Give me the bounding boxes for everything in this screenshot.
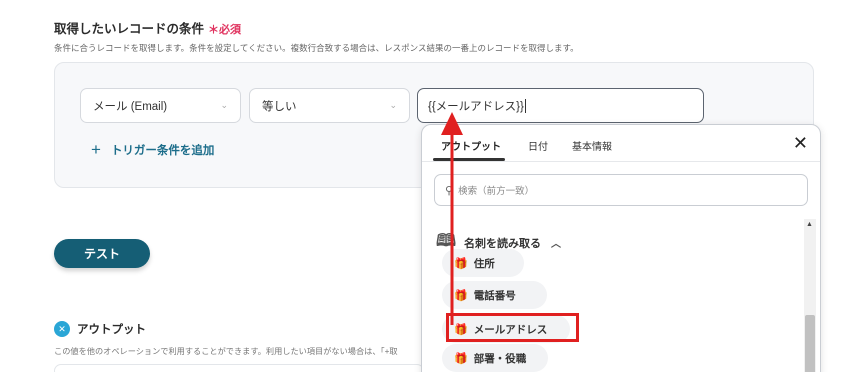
list-item[interactable]: 🎁 電話番号 [442, 281, 547, 309]
gift-icon: 🎁 [454, 352, 468, 365]
output-icon: ✕ [54, 321, 70, 337]
list-item[interactable]: 🎁 部署・役職 [442, 344, 548, 372]
output-box [54, 364, 424, 372]
highlight-box [446, 313, 579, 342]
list-item[interactable]: 🎁 住所 [442, 249, 524, 277]
scrollbar-thumb[interactable] [805, 315, 815, 372]
list-item-label: 住所 [473, 257, 495, 270]
list-item-label: 電話番号 [473, 289, 516, 302]
gift-icon: 🎁 [454, 257, 468, 270]
section-title-text: 取得したいレコードの条件 [54, 22, 205, 36]
section-description: 条件に合うレコードを取得します。条件を設定してください。複数行合致する場合は、レ… [54, 43, 579, 53]
tab-date[interactable]: 日付 [528, 138, 548, 153]
variable-picker-dropdown: アウトプット 日付 基本情報 ✕ ⚲ 検索（前方一致） 🕮 名刺を読み取る ︿ … [421, 124, 821, 372]
output-heading: ✕ アウトプット [54, 321, 146, 337]
add-trigger-condition-button[interactable]: + トリガー条件を追加 [91, 140, 214, 160]
list-item-label: 部署・役職 [473, 352, 527, 365]
test-button[interactable]: テスト [54, 239, 150, 268]
field-select-value: メール (Email) [93, 100, 168, 113]
gift-icon: 🎁 [454, 289, 468, 302]
active-tab-indicator [433, 158, 505, 161]
condition-value-input[interactable]: {{メールアドレス}} [417, 88, 704, 123]
required-badge: ＊必須 [208, 24, 242, 36]
scroll-up-icon[interactable]: ▲ [806, 221, 813, 228]
search-placeholder: 検索（前方一致） [458, 186, 535, 197]
search-input[interactable]: ⚲ 検索（前方一致） [434, 174, 808, 206]
field-select[interactable]: メール (Email) ⌄ [80, 88, 241, 123]
picker-tabs: アウトプット 日付 基本情報 ✕ [422, 125, 820, 162]
add-trigger-condition-label: トリガー条件を追加 [110, 145, 215, 157]
operator-select[interactable]: 等しい ⌄ [249, 88, 410, 123]
tab-basic-info[interactable]: 基本情報 [572, 138, 612, 153]
section-title: 取得したいレコードの条件 ＊必須 [54, 18, 241, 37]
condition-value-text: {{メールアドレス}} [428, 100, 524, 113]
output-title: アウトプット [77, 324, 146, 336]
text-cursor [524, 98, 526, 113]
operator-select-value: 等しい [262, 100, 297, 113]
chevron-down-icon: ⌄ [220, 100, 228, 110]
output-description: この値を他のオペレーションで利用することができます。利用したい項目がない場合は、… [54, 347, 398, 356]
close-icon[interactable]: ✕ [793, 134, 808, 152]
search-icon: ⚲ [445, 184, 454, 197]
chevron-down-icon: ⌄ [389, 100, 397, 110]
tab-output[interactable]: アウトプット [441, 138, 501, 153]
scrollbar[interactable]: ▲ [804, 219, 816, 372]
chevron-up-icon: ︿ [551, 239, 562, 250]
plus-icon: + [91, 140, 101, 159]
